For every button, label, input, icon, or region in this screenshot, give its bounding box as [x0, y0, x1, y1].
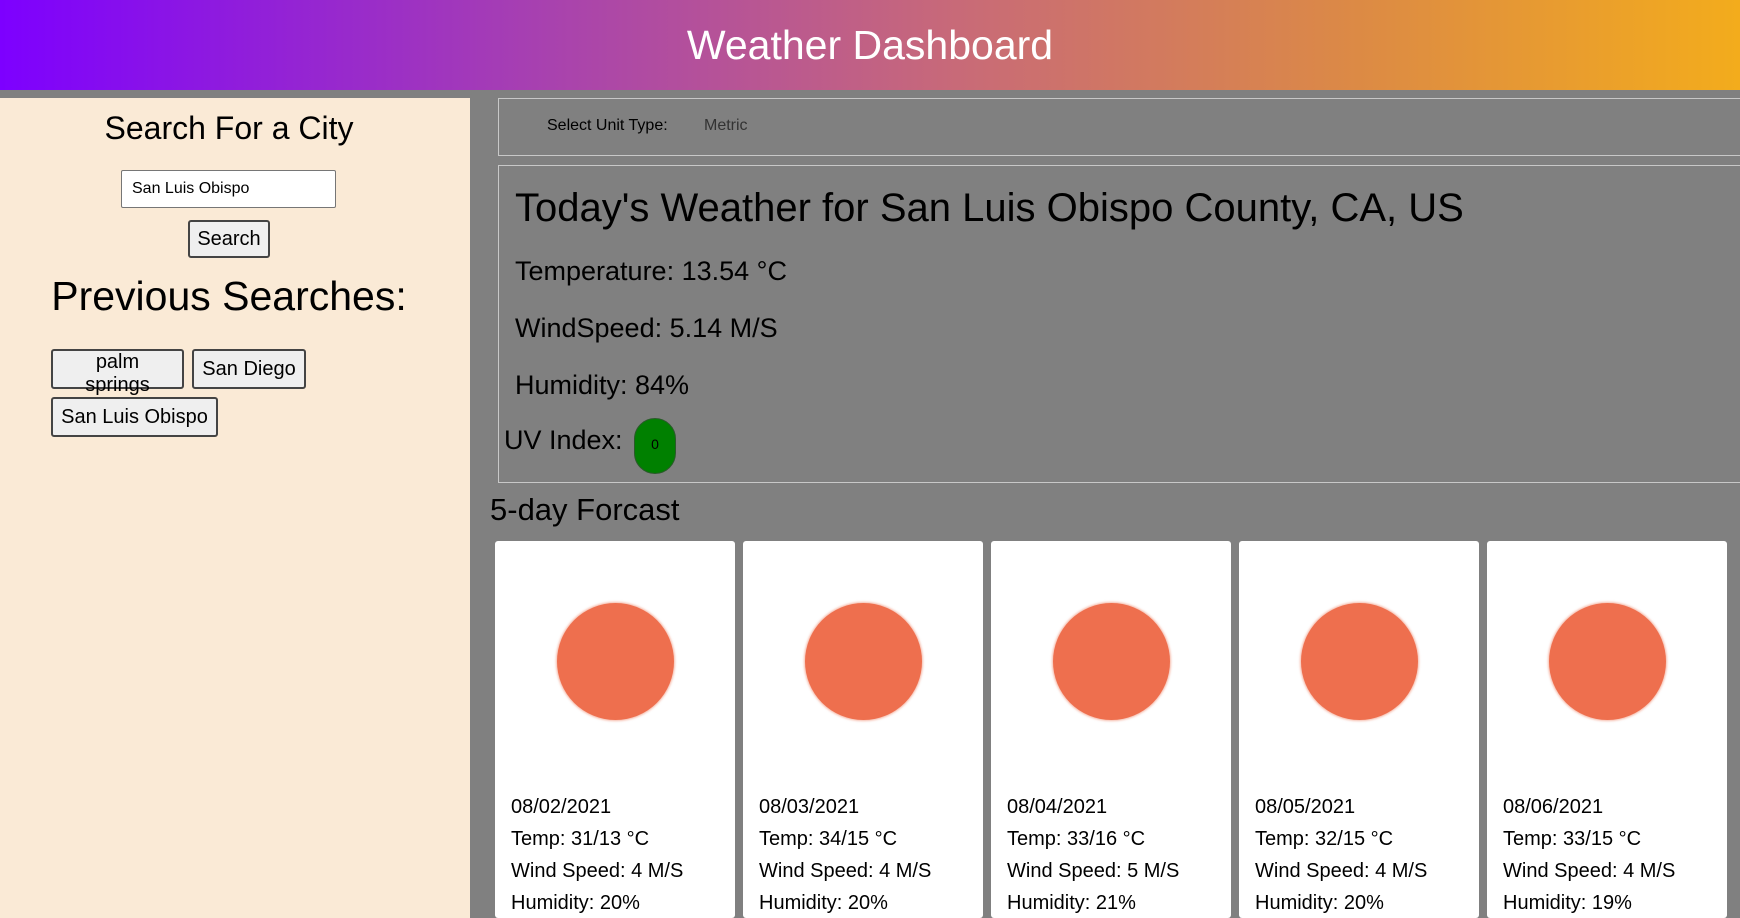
- forecast-temp: Temp: 33/15 °C: [1503, 828, 1642, 850]
- sun-icon: [1053, 603, 1170, 720]
- forecast-humidity: Humidity: 21%: [1007, 892, 1136, 914]
- forecast-temp: Temp: 31/13 °C: [511, 828, 650, 850]
- forecast-humidity: Humidity: 20%: [1255, 892, 1384, 914]
- forecast-heading: 5-day Forcast: [490, 492, 680, 527]
- forecast-humidity: Humidity: 19%: [1503, 892, 1632, 914]
- forecast-date: 08/05/2021: [1255, 796, 1356, 818]
- previous-searches-heading: Previous Searches:: [51, 273, 407, 319]
- forecast-wind: Wind Speed: 5 M/S: [1007, 860, 1180, 882]
- forecast-card: 08/02/2021 Temp: 31/13 °C Wind Speed: 4 …: [495, 541, 735, 918]
- sun-icon: [1549, 603, 1666, 720]
- sun-icon: [557, 603, 674, 720]
- forecast-date: 08/02/2021: [511, 796, 612, 818]
- uv-index-label: UV Index:: [504, 425, 623, 455]
- forecast-temp: Temp: 32/15 °C: [1255, 828, 1394, 850]
- search-sidebar: Search For a City Search Previous Search…: [0, 98, 470, 918]
- sun-icon: [1301, 603, 1418, 720]
- forecast-temp: Temp: 33/16 °C: [1007, 828, 1146, 850]
- forecast-humidity: Humidity: 20%: [759, 892, 888, 914]
- windspeed-value: WindSpeed: 5.14 M/S: [515, 313, 778, 343]
- forecast-card: 08/05/2021 Temp: 32/15 °C Wind Speed: 4 …: [1239, 541, 1479, 918]
- app-header: Weather Dashboard: [0, 0, 1740, 90]
- forecast-wind: Wind Speed: 4 M/S: [1503, 860, 1676, 882]
- page-title: Weather Dashboard: [686, 21, 1054, 68]
- uv-index-badge: 0: [634, 418, 676, 474]
- current-weather-title: Today's Weather for San Luis Obispo Coun…: [515, 186, 1464, 230]
- forecast-date: 08/04/2021: [1007, 796, 1108, 818]
- forecast-date: 08/03/2021: [759, 796, 860, 818]
- unit-type-select[interactable]: Metric: [704, 117, 748, 135]
- forecast-wind: Wind Speed: 4 M/S: [759, 860, 932, 882]
- forecast-temp: Temp: 34/15 °C: [759, 828, 898, 850]
- forecast-wind: Wind Speed: 4 M/S: [1255, 860, 1428, 882]
- search-heading: Search For a City: [104, 110, 354, 146]
- forecast-card: 08/04/2021 Temp: 33/16 °C Wind Speed: 5 …: [991, 541, 1231, 918]
- history-button-san-diego[interactable]: San Diego: [192, 349, 306, 389]
- current-weather-panel: Today's Weather for San Luis Obispo Coun…: [498, 165, 1740, 483]
- forecast-humidity: Humidity: 20%: [511, 892, 640, 914]
- forecast-card: 08/03/2021 Temp: 34/15 °C Wind Speed: 4 …: [743, 541, 983, 918]
- search-button[interactable]: Search: [188, 220, 270, 258]
- temperature-value: Temperature: 13.54 °C: [515, 256, 787, 286]
- forecast-card: 08/06/2021 Temp: 33/15 °C Wind Speed: 4 …: [1487, 541, 1727, 918]
- unit-selector-bar: Select Unit Type: Metric: [498, 98, 1740, 156]
- unit-type-label: Select Unit Type:: [547, 117, 668, 134]
- forecast-wind: Wind Speed: 4 M/S: [511, 860, 684, 882]
- forecast-date: 08/06/2021: [1503, 796, 1604, 818]
- humidity-value: Humidity: 84%: [515, 370, 690, 400]
- history-button-san-luis-obispo[interactable]: San Luis Obispo: [51, 397, 218, 437]
- city-search-input[interactable]: [121, 170, 336, 208]
- history-button-palm-springs[interactable]: palm springs: [51, 349, 184, 396]
- sun-icon: [805, 603, 922, 720]
